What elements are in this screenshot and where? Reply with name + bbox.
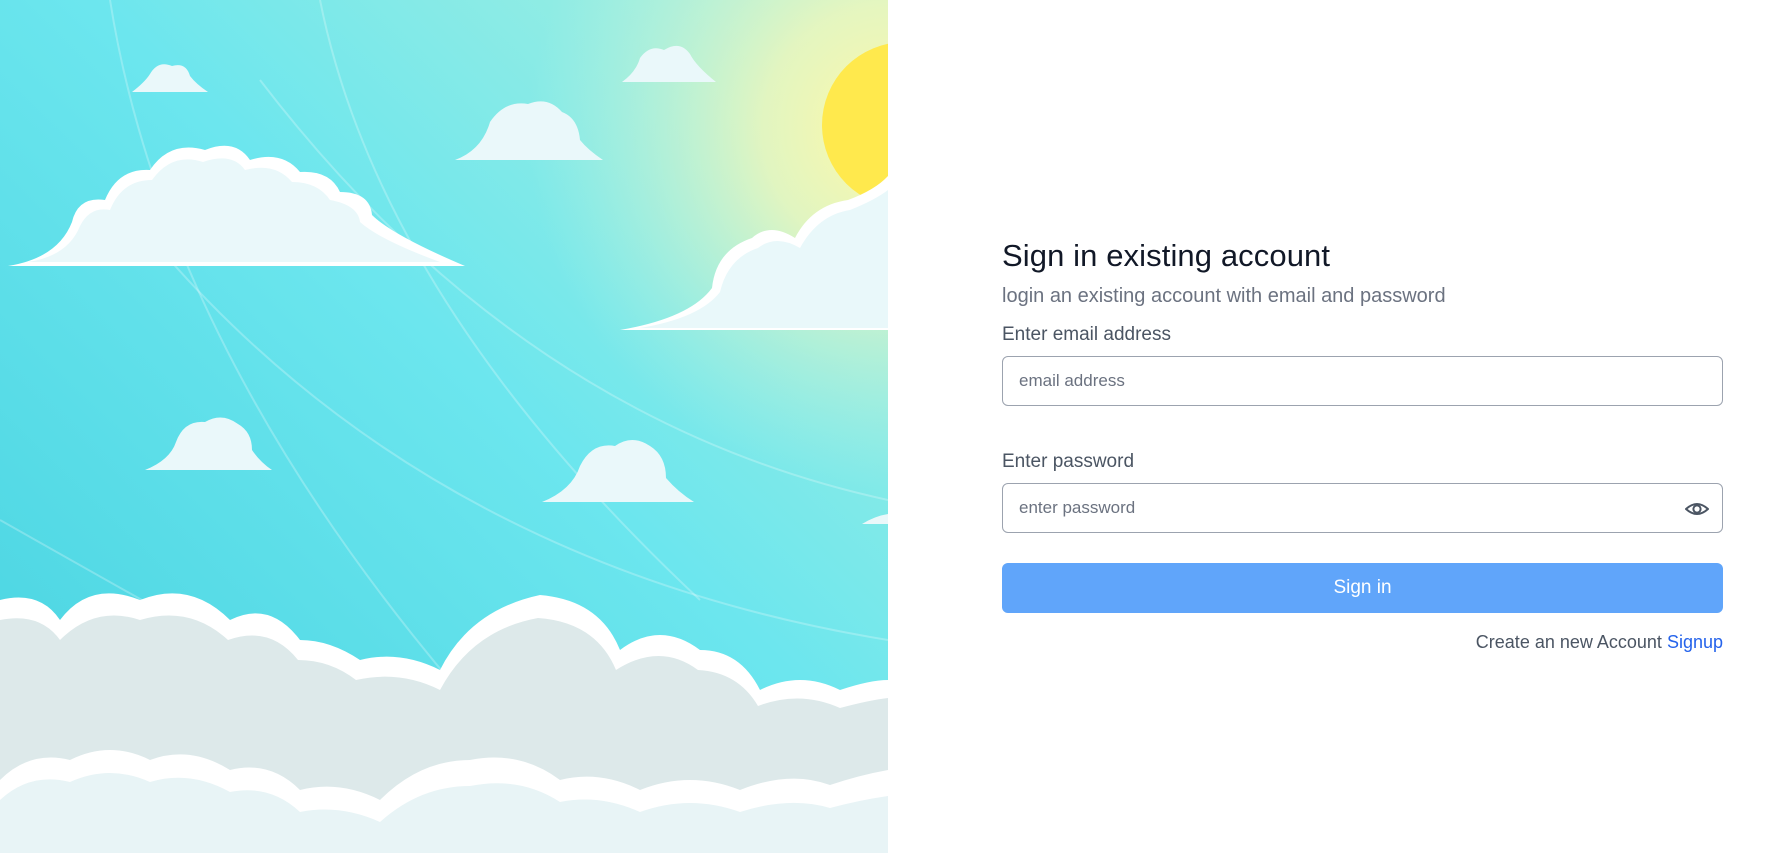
email-label: Enter email address — [1002, 324, 1171, 345]
login-page: Sign in existing account login an existi… — [0, 0, 1791, 853]
sky-clouds-sun-illustration — [0, 0, 888, 853]
signin-form: Sign in existing account login an existi… — [1002, 232, 1723, 655]
eye-icon[interactable] — [1684, 496, 1710, 522]
password-label: Enter password — [1002, 451, 1135, 472]
signup-prompt: Create an new Account — [1475, 632, 1662, 652]
email-input[interactable] — [1003, 357, 1722, 405]
email-field-wrapper — [1002, 356, 1723, 406]
page-title: Sign in existing account — [1002, 238, 1331, 273]
signup-link[interactable]: Signup — [1667, 632, 1723, 652]
sign-in-button[interactable]: Sign in — [1002, 563, 1723, 613]
password-field-wrapper — [1002, 483, 1723, 533]
page-subtitle: login an existing account with email and… — [1002, 285, 1446, 307]
password-input[interactable] — [1003, 484, 1722, 532]
signup-row: Create an new Account Signup — [1002, 629, 1723, 655]
